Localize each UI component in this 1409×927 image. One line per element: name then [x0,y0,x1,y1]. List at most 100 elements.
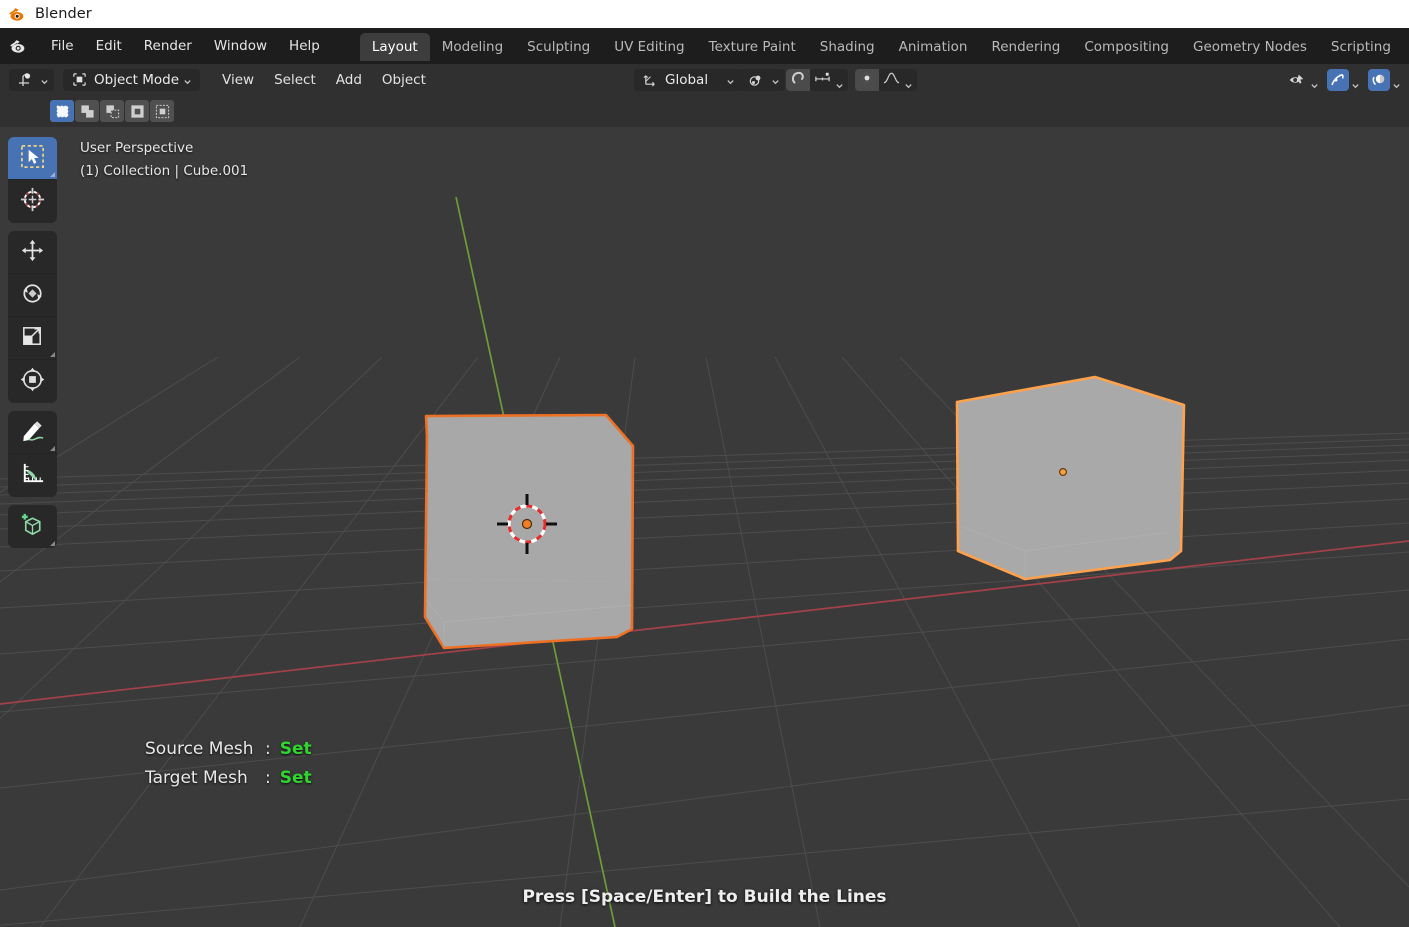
viewport-menu-view[interactable]: View [212,69,264,91]
pivot-point-icon [745,69,767,91]
source-mesh-row: Source Mesh : Set [145,739,312,759]
transform-icon [19,366,46,397]
tool-settings-row [0,95,1409,127]
viewport-menu-select[interactable]: Select [264,69,326,91]
blender-logo-icon [8,5,27,24]
select-extend-button[interactable] [75,100,99,122]
viewport-perspective-label: User Perspective [80,140,194,156]
transform-orientation-dropdown[interactable]: Global [634,68,743,91]
move-tool[interactable] [8,231,57,274]
proportional-editing-toggle[interactable] [855,68,879,91]
source-mesh-value: Set [279,739,312,759]
interaction-mode-dropdown[interactable]: Object Mode [63,68,201,91]
proportional-editing-controls [855,68,917,91]
viewport-collection-label: (1) Collection | Cube.001 [80,163,249,179]
blender-menu-logo-icon[interactable] [9,37,28,56]
tab-rendering[interactable]: Rendering [979,33,1072,61]
chevron-down-icon[interactable] [1392,75,1401,89]
toolbar-group-add [8,505,57,548]
source-mesh-label: Source Mesh [145,739,254,759]
editor-type-selector[interactable] [9,68,54,91]
tab-layout[interactable]: Layout [359,33,430,61]
viewport-grid [0,356,1409,927]
chevron-down-icon [835,75,844,89]
chevron-down-icon[interactable] [1351,75,1360,89]
menu-file[interactable]: File [40,34,85,58]
pivot-point-dropdown[interactable] [740,68,785,91]
select-invert-button[interactable] [125,100,149,122]
top-menu-bar: File Edit Render Window Help Layout Mode… [0,28,1409,64]
menu-render[interactable]: Render [133,34,203,58]
object-origin-dot [1058,468,1067,477]
transform-orientation-label: Global [665,71,709,88]
rotate-tool[interactable] [8,274,57,317]
build-lines-hint: Press [Space/Enter] to Build the Lines [522,887,887,907]
chevron-down-icon [771,75,780,85]
window-titlebar: Blender [0,0,1409,28]
tab-modeling[interactable]: Modeling [430,33,515,61]
viewport-scene [0,196,1409,927]
annotate-pencil-icon [19,417,46,448]
add-workspace-button[interactable]: + [1403,36,1409,56]
select-subtract-button[interactable] [100,100,124,122]
menu-edit[interactable]: Edit [85,34,133,58]
viewport-menu-add[interactable]: Add [326,69,372,91]
tool-corner-indicator [50,352,55,357]
snapping-controls [786,68,848,91]
object-mode-icon [68,69,90,91]
cursor-arrow-select-box-icon [19,143,46,174]
visibility-selectability-toggle[interactable] [1286,69,1308,91]
viewport-menu-object[interactable]: Object [372,69,436,91]
tab-shading[interactable]: Shading [808,33,887,61]
tab-texture-paint[interactable]: Texture Paint [697,33,808,61]
gizmo-toggle[interactable] [1327,68,1349,91]
add-cube-tool[interactable] [8,505,57,548]
chevron-down-icon[interactable] [1310,75,1319,89]
cursor-tool[interactable] [8,180,57,223]
tab-scripting[interactable]: Scripting [1319,33,1403,61]
workspace-tabs: Layout Modeling Sculpting UV Editing Tex… [359,28,1409,64]
window-title: Blender [35,6,92,22]
3d-cursor-icon [19,186,46,217]
menu-window[interactable]: Window [203,34,278,58]
tab-uv-editing[interactable]: UV Editing [602,33,696,61]
tab-sculpting[interactable]: Sculpting [515,33,602,61]
toolbar-group-annotate [8,411,57,497]
proportional-editing-icon [859,70,875,90]
tab-geometry-nodes[interactable]: Geometry Nodes [1181,33,1319,61]
target-mesh-colon: : [265,768,271,788]
scale-tool[interactable] [8,317,57,360]
scale-square-icon [19,323,46,354]
select-set-button[interactable] [50,100,74,122]
tool-corner-indicator [50,172,55,177]
move-arrows-icon [19,237,46,268]
overlays-toggle[interactable] [1368,68,1390,91]
measure-tool[interactable] [8,454,57,497]
select-intersect-button[interactable] [150,100,174,122]
interaction-mode-label: Object Mode [94,71,180,88]
chevron-down-icon [726,75,735,85]
target-mesh-row: Target Mesh : Set [145,768,312,788]
snap-target-dropdown[interactable] [810,69,848,91]
proportional-falloff-dropdown[interactable] [879,69,917,91]
add-cube-icon [19,511,46,542]
viewport-right-toggles [1286,68,1401,91]
editor-type-3d-viewport-icon [14,69,36,91]
menu-help[interactable]: Help [278,34,331,58]
chevron-down-icon [183,75,192,85]
annotate-tool[interactable] [8,411,57,454]
toolbar-group-select [8,137,57,223]
tab-animation[interactable]: Animation [887,33,980,61]
source-mesh-colon: : [265,739,271,759]
cube-right [955,375,1186,581]
chevron-down-icon [904,75,913,89]
proportional-falloff-icon [883,70,900,90]
target-mesh-value: Set [279,768,312,788]
tab-compositing[interactable]: Compositing [1072,33,1181,61]
measure-ruler-icon [19,460,46,491]
tweak-select-box-tool[interactable] [8,137,57,180]
blender-window: Blender File Edit Render Window Help Lay… [0,0,1409,927]
transform-tool[interactable] [8,360,57,403]
3d-viewport[interactable]: User Perspective (1) Collection | Cube.0… [0,127,1409,927]
snap-toggle-button[interactable] [786,68,810,91]
